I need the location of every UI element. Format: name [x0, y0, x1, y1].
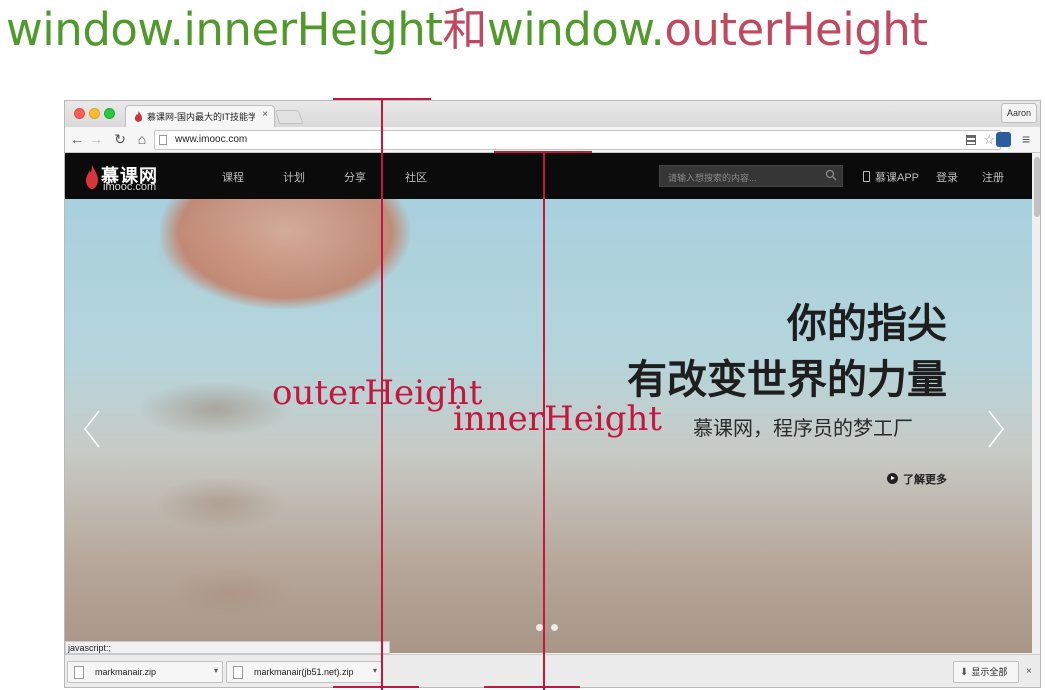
url-text[interactable]: www.imooc.com	[175, 134, 247, 145]
heading-outer-height: outerHeight	[664, 3, 928, 56]
back-arrow-icon[interactable]: ←	[68, 130, 86, 148]
hand-image	[160, 199, 410, 309]
nav-item-share[interactable]: 分享	[344, 169, 366, 185]
title-bar: 慕课网-国内最大的IT技能学 × Aaron	[65, 101, 1040, 127]
site-search-input[interactable]: 请输入想搜索的内容...	[659, 165, 843, 187]
reader-icon[interactable]	[966, 135, 976, 145]
vertical-scrollbar[interactable]	[1032, 153, 1040, 653]
download-arrow-icon: ⬇	[960, 667, 969, 678]
show-all-downloads-button[interactable]: ⬇ 显示全部	[953, 661, 1019, 683]
heading-inner-height: window.innerHeight	[6, 3, 443, 56]
download-item[interactable]: markmanair(jb51.net).zip ▾	[226, 661, 382, 683]
profile-button[interactable]: Aaron	[1001, 103, 1037, 123]
browser-tab[interactable]: 慕课网-国内最大的IT技能学 ×	[125, 105, 275, 127]
menu-icon[interactable]: ≡	[1022, 131, 1030, 147]
file-icon	[74, 666, 84, 679]
close-window-button[interactable]	[74, 108, 85, 119]
inner-height-bottom-cap	[484, 686, 580, 688]
app-download-link[interactable]: 慕课APP	[863, 169, 919, 185]
app-link-label: 慕课APP	[875, 172, 920, 184]
inner-height-label: innerHeight	[453, 399, 663, 439]
screenshot: window.innerHeight和window.outerHeight 慕课…	[0, 0, 1045, 690]
flame-icon	[134, 111, 143, 122]
hero-headline-line-2: 有改变世界的力量	[627, 357, 947, 403]
play-circle-icon	[887, 473, 898, 484]
scrollbar-thumb[interactable]	[1034, 157, 1040, 217]
chevron-down-icon[interactable]: ▾	[373, 666, 377, 675]
search-placeholder: 请输入想搜索的内容...	[668, 173, 757, 183]
download-filename: markmanair(jb51.net).zip	[254, 667, 354, 677]
nav-item-plans[interactable]: 计划	[283, 169, 305, 185]
home-icon[interactable]: ⌂	[133, 130, 151, 148]
tab-title: 慕课网-国内最大的IT技能学	[147, 112, 255, 122]
chevron-down-icon[interactable]: ▾	[214, 666, 218, 675]
learn-more-label: 了解更多	[903, 474, 947, 486]
maximize-window-button[interactable]	[104, 108, 115, 119]
download-item[interactable]: markmanair.zip ▾	[67, 661, 223, 683]
heading-conjunction: 和	[442, 3, 487, 56]
forward-arrow-icon[interactable]: →	[87, 130, 105, 148]
outer-height-bottom-cap	[333, 686, 419, 688]
phone-icon	[863, 171, 870, 182]
hero-headline-line-1: 你的指尖	[787, 301, 947, 347]
status-bar-url: javascript:;	[65, 641, 390, 654]
address-bar[interactable]: www.imooc.com ☆	[154, 130, 1001, 150]
nav-item-courses[interactable]: 课程	[222, 169, 244, 185]
browser-window: 慕课网-国内最大的IT技能学 × Aaron ← → ↻ ⌂ www.imooc…	[64, 100, 1041, 688]
minimize-window-button[interactable]	[89, 108, 100, 119]
outer-height-top-cap	[333, 98, 431, 100]
close-icon[interactable]: ×	[1026, 666, 1032, 677]
tab-close-icon[interactable]: ×	[262, 109, 268, 120]
inner-height-top-cap	[494, 151, 592, 153]
search-icon[interactable]	[825, 169, 837, 181]
outer-height-label: outerHeight	[272, 373, 483, 413]
heading-window: window.	[486, 3, 665, 56]
extension-icon[interactable]	[996, 132, 1011, 147]
download-shelf: markmanair.zip ▾ markmanair(jb51.net).zi…	[65, 654, 1040, 687]
reload-icon[interactable]: ↻	[111, 130, 129, 148]
nav-item-community[interactable]: 社区	[405, 169, 427, 185]
new-tab-button[interactable]	[274, 110, 304, 124]
chevron-left-icon[interactable]	[83, 409, 101, 449]
login-link[interactable]: 登录	[936, 169, 958, 185]
logo-flame-icon	[86, 165, 98, 189]
bookmark-star-icon[interactable]: ☆	[983, 132, 995, 148]
slide-dot-2[interactable]	[551, 624, 558, 631]
hero-tagline: 慕课网，程序员的梦工厂	[693, 418, 913, 440]
file-icon	[233, 666, 243, 679]
download-filename: markmanair.zip	[95, 667, 157, 677]
site-header: 慕课网 imooc.com 课程 计划 分享 社区 请输入想搜索的内容... 慕…	[65, 153, 1040, 199]
chevron-right-icon[interactable]	[987, 409, 1005, 449]
logo-domain: imooc.com	[103, 181, 157, 193]
page-icon	[159, 135, 167, 145]
register-link[interactable]: 注册	[982, 169, 1004, 185]
browser-toolbar: ← → ↻ ⌂ www.imooc.com ☆ ≡	[65, 127, 1040, 153]
page-heading: window.innerHeight和window.outerHeight	[6, 2, 928, 58]
slide-dot-1[interactable]	[536, 624, 543, 631]
show-all-label: 显示全部	[971, 667, 1008, 677]
learn-more-link[interactable]: 了解更多	[887, 471, 947, 487]
